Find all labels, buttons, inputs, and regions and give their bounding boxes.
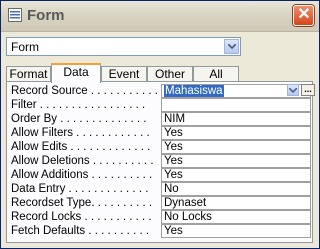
property-row[interactable]: Record Locks . . . . . . . . . . . No Lo… bbox=[11, 210, 311, 224]
window-title: Form bbox=[27, 7, 65, 24]
tab-other[interactable]: Other bbox=[147, 66, 193, 82]
property-row[interactable]: Fetch Defaults . . . . . . . . . . Yes bbox=[11, 224, 311, 238]
property-value[interactable]: No Locks bbox=[161, 210, 311, 224]
property-row[interactable]: Allow Deletions . . . . . . . . . . Yes bbox=[11, 154, 311, 168]
property-label: Allow Deletions . . . . . . . . . . bbox=[11, 155, 154, 167]
property-row[interactable]: Data Entry . . . . . . . . . . . . . No bbox=[11, 182, 311, 196]
property-value[interactable]: Dynaset bbox=[161, 196, 311, 210]
property-label: Record Source . . . . . . . . . . . bbox=[11, 85, 158, 97]
property-value[interactable]: Yes bbox=[161, 168, 311, 182]
property-value[interactable]: NIM bbox=[161, 112, 311, 126]
object-selector-value: Form bbox=[11, 40, 39, 54]
close-icon: ✕ bbox=[297, 6, 311, 23]
builder-button[interactable]: ... bbox=[301, 84, 315, 96]
property-label: Allow Additions . . . . . . . . . . bbox=[11, 169, 153, 181]
title-bar[interactable]: Form ✕ bbox=[1, 1, 319, 32]
property-row[interactable]: Allow Additions . . . . . . . . . . Yes bbox=[11, 168, 311, 182]
properties-icon bbox=[8, 8, 22, 22]
chevron-down-icon[interactable] bbox=[224, 39, 239, 54]
property-row[interactable]: Allow Edits . . . . . . . . . . . . . Ye… bbox=[11, 140, 311, 154]
property-row[interactable]: Record Source . . . . . . . . . . . Maha… bbox=[11, 84, 315, 98]
chevron-down-icon[interactable] bbox=[287, 84, 299, 96]
property-value[interactable]: Yes bbox=[161, 224, 311, 238]
property-value[interactable]: Yes bbox=[161, 140, 311, 154]
tab-data[interactable]: Data bbox=[51, 63, 101, 83]
property-label: Data Entry . . . . . . . . . . . . . bbox=[11, 183, 149, 195]
form-properties-window: Form ✕ Form Format Data Event Other All … bbox=[0, 0, 320, 249]
property-label: Order By . . . . . . . . . . . . . . bbox=[11, 113, 147, 125]
property-label: Allow Edits . . . . . . . . . . . . . bbox=[11, 141, 151, 153]
property-label: Record Locks . . . . . . . . . . . bbox=[11, 211, 152, 223]
property-label: Filter . . . . . . . . . . . . . . . . . bbox=[11, 99, 146, 111]
property-value-text: Mahasiswa bbox=[164, 85, 224, 97]
property-row[interactable]: Recordset Type. . . . . . . . . . Dynase… bbox=[11, 196, 311, 210]
property-row[interactable]: Filter . . . . . . . . . . . . . . . . . bbox=[11, 98, 311, 112]
tab-all[interactable]: All bbox=[193, 66, 239, 82]
object-selector-dropdown[interactable]: Form bbox=[6, 37, 241, 56]
property-value[interactable]: Yes bbox=[161, 126, 311, 140]
tab-format[interactable]: Format bbox=[6, 66, 51, 82]
property-label: Fetch Defaults . . . . . . . . . . bbox=[11, 225, 150, 237]
property-row[interactable]: Allow Filters . . . . . . . . . . . . Ye… bbox=[11, 126, 311, 140]
property-value[interactable]: No bbox=[161, 182, 311, 196]
properties-panel: Record Source . . . . . . . . . . . Maha… bbox=[6, 81, 315, 243]
close-button[interactable]: ✕ bbox=[293, 5, 314, 26]
tab-event[interactable]: Event bbox=[101, 66, 147, 82]
property-label: Allow Filters . . . . . . . . . . . . bbox=[11, 127, 150, 139]
property-label: Recordset Type. . . . . . . . . . bbox=[11, 197, 153, 209]
property-value[interactable] bbox=[161, 98, 311, 112]
property-row[interactable]: Order By . . . . . . . . . . . . . . NIM bbox=[11, 112, 311, 126]
property-value[interactable]: Yes bbox=[161, 154, 311, 168]
